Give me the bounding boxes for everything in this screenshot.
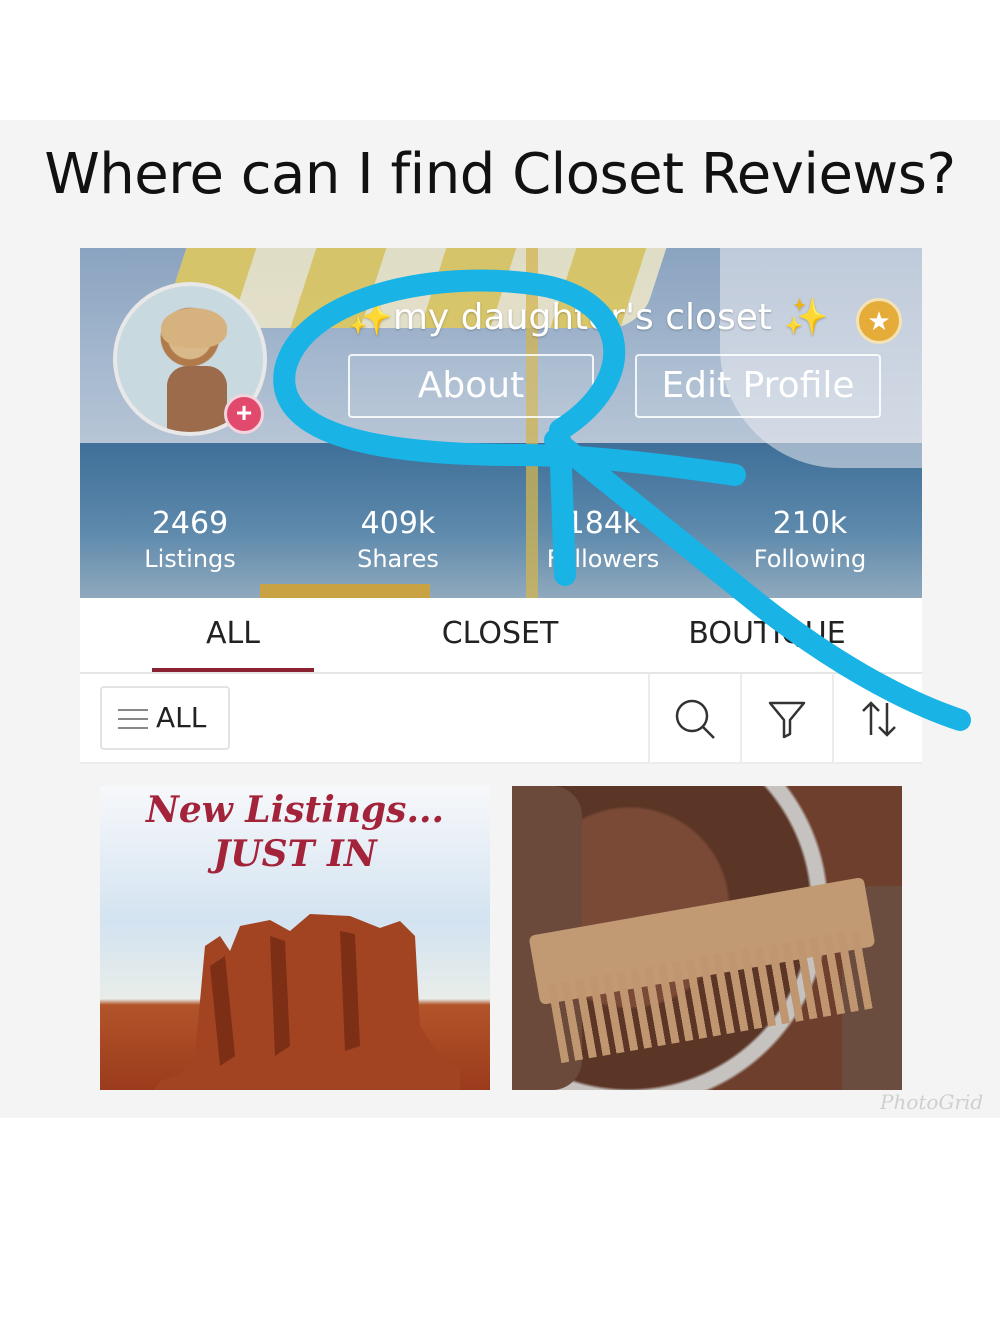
avatar-body (167, 366, 227, 432)
stat-label: Listings (144, 545, 236, 573)
watermark: PhotoGrid (880, 1090, 984, 1114)
add-icon[interactable]: + (224, 394, 264, 434)
edit-profile-button[interactable]: Edit Profile (635, 354, 881, 418)
closet-name: ✨my daughter's closet ✨ (348, 297, 829, 338)
listing-title-line1: New Listings... (145, 789, 445, 831)
stat-shares[interactable]: 409k Shares (313, 506, 483, 573)
avatar-hat (161, 308, 227, 348)
filter-bar: ALL (80, 674, 922, 764)
stat-label: Shares (357, 545, 439, 573)
stat-label: Followers (546, 545, 660, 573)
stat-value: 409k (360, 506, 436, 541)
tab-all[interactable]: ALL (113, 616, 353, 651)
stat-followers[interactable]: 184k Followers (518, 506, 688, 573)
tab-closet[interactable]: CLOSET (380, 616, 620, 651)
stat-value: 184k (565, 506, 641, 541)
stat-following[interactable]: 210k Following (725, 506, 895, 573)
active-tab-indicator (152, 668, 314, 672)
tab-boutique[interactable]: BOUTIQUE (647, 616, 887, 651)
search-button[interactable] (648, 674, 740, 764)
category-filter-button[interactable]: ALL (100, 686, 230, 750)
listing-card[interactable] (512, 786, 902, 1090)
sort-icon (862, 701, 896, 737)
listing-title: New Listings... JUST IN (100, 788, 490, 876)
star-icon: ★ (856, 298, 902, 344)
category-filter-label: ALL (156, 701, 207, 734)
stat-listings[interactable]: 2469 Listings (105, 506, 275, 573)
profile-header: + ✨my daughter's closet ✨ ★ About Edit P… (80, 248, 922, 598)
beach-chair (260, 584, 430, 598)
filter-icon (768, 701, 806, 739)
search-icon (675, 699, 715, 739)
screenshot-canvas: Where can I find Closet Reviews? + ✨my d… (0, 0, 1000, 1333)
filter-button[interactable] (740, 674, 832, 764)
stat-value: 210k (772, 506, 848, 541)
sort-button[interactable] (832, 674, 924, 764)
stat-value: 2469 (151, 506, 229, 541)
listing-title-line2: JUST IN (213, 833, 377, 875)
menu-icon (118, 709, 148, 729)
stat-label: Following (753, 545, 867, 573)
question-heading: Where can I find Closet Reviews? (44, 142, 956, 207)
listing-card[interactable]: New Listings... JUST IN (100, 786, 490, 1090)
about-button[interactable]: About (348, 354, 594, 418)
butte-illustration (154, 914, 460, 1090)
closet-tabs: ALL CLOSET BOUTIQUE (80, 598, 922, 674)
